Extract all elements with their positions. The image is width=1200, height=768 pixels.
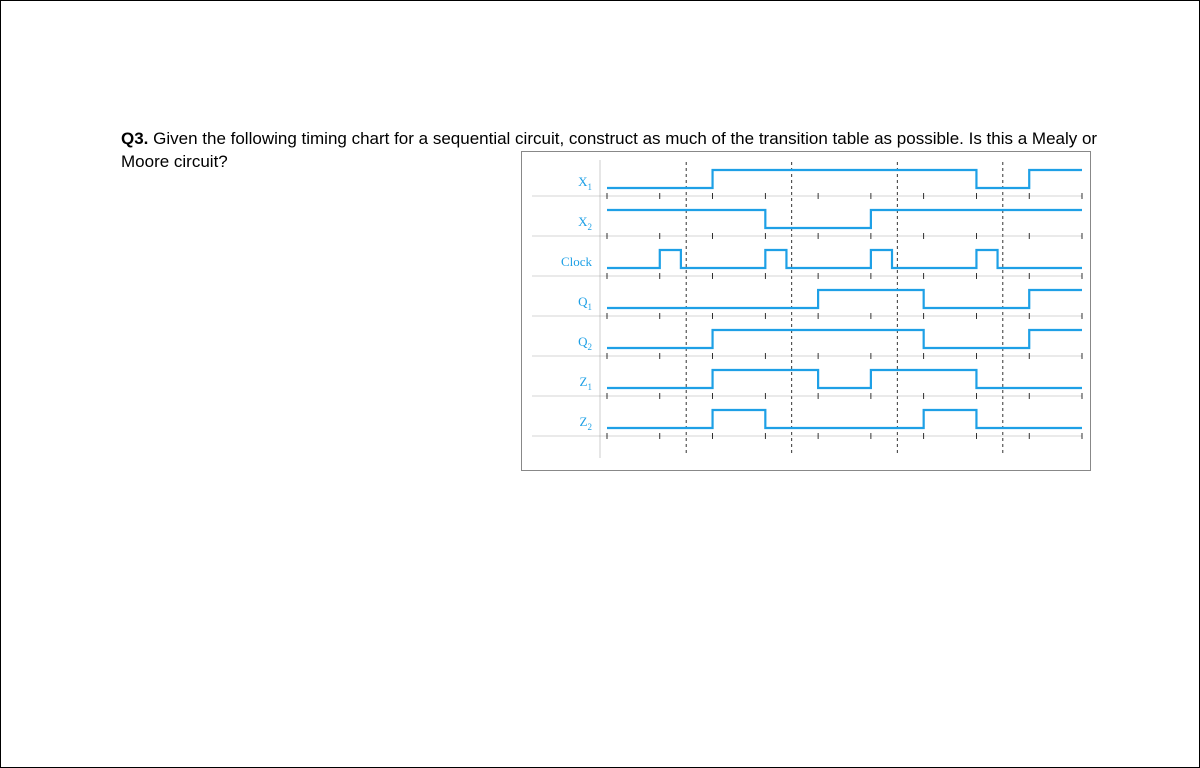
svg-text:X1: X1	[578, 174, 592, 192]
svg-text:Z2: Z2	[580, 414, 592, 432]
page: Q3. Given the following timing chart for…	[0, 0, 1200, 768]
question-number: Q3.	[121, 129, 148, 148]
timing-svg: X1 X2 Clock Q1 Q2 Z1 Z2	[522, 152, 1092, 472]
timing-diagram: X1 X2 Clock Q1 Q2 Z1 Z2	[521, 151, 1091, 471]
svg-text:X2: X2	[578, 214, 592, 232]
svg-text:Q2: Q2	[578, 334, 592, 352]
svg-text:Clock: Clock	[561, 254, 593, 269]
svg-text:Z1: Z1	[580, 374, 592, 392]
svg-text:Q1: Q1	[578, 294, 592, 312]
